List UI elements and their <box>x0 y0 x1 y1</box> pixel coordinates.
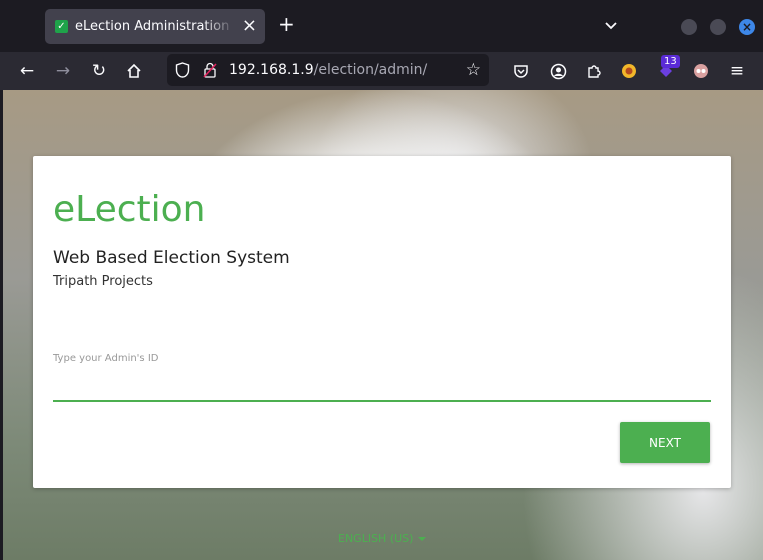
admin-id-label: Type your Admin's ID <box>53 353 159 364</box>
close-tab-icon[interactable]: × <box>242 15 257 36</box>
account-icon[interactable] <box>546 59 570 83</box>
admin-id-input[interactable] <box>53 370 711 402</box>
system-subtitle: Web Based Election System <box>53 248 290 268</box>
browser-tab[interactable]: ✓ eLection Administration Login × <box>45 9 265 44</box>
login-card: eLection Web Based Election System Tripa… <box>33 156 731 488</box>
new-tab-icon[interactable]: + <box>278 14 295 34</box>
back-arrow-icon[interactable]: ← <box>15 59 39 83</box>
url-host: 192.168.1.9 <box>229 62 314 78</box>
close-window-icon[interactable]: × <box>739 19 755 35</box>
insecure-lock-icon[interactable] <box>203 62 217 82</box>
minimize-window-icon[interactable] <box>681 19 697 35</box>
tab-title: eLection Administration Login <box>75 19 235 34</box>
url-text[interactable]: 192.168.1.9/election/admin/ <box>229 62 427 78</box>
extension-foxy-icon[interactable] <box>617 59 641 83</box>
chevron-down-icon[interactable] <box>604 16 618 35</box>
extension-badge-count: 13 <box>661 55 680 68</box>
language-label: ENGLISH (US) <box>338 532 414 545</box>
address-bar[interactable]: 192.168.1.9/election/admin/ ☆ <box>167 54 489 86</box>
bookmark-star-icon[interactable]: ☆ <box>466 60 481 80</box>
caret-down-icon <box>418 537 427 541</box>
organization-name: Tripath Projects <box>53 274 153 289</box>
tracking-shield-icon[interactable] <box>175 62 190 82</box>
hamburger-menu-icon[interactable]: ≡ <box>725 59 749 83</box>
url-path: /election/admin/ <box>313 62 428 78</box>
tab-strip: ✓ eLection Administration Login × + × <box>0 0 763 52</box>
brand-title: eLection <box>53 189 206 230</box>
pocket-icon[interactable] <box>509 59 533 83</box>
extensions-puzzle-icon[interactable] <box>582 59 606 83</box>
reload-icon[interactable]: ↻ <box>87 59 111 83</box>
forward-arrow-icon[interactable]: → <box>51 59 75 83</box>
home-icon[interactable] <box>122 59 146 83</box>
checkmark-favicon-icon: ✓ <box>55 20 68 33</box>
extension-face-icon[interactable] <box>689 59 713 83</box>
maximize-window-icon[interactable] <box>710 19 726 35</box>
next-button[interactable]: NEXT <box>620 422 710 463</box>
language-selector[interactable]: ENGLISH (US) <box>338 532 427 545</box>
